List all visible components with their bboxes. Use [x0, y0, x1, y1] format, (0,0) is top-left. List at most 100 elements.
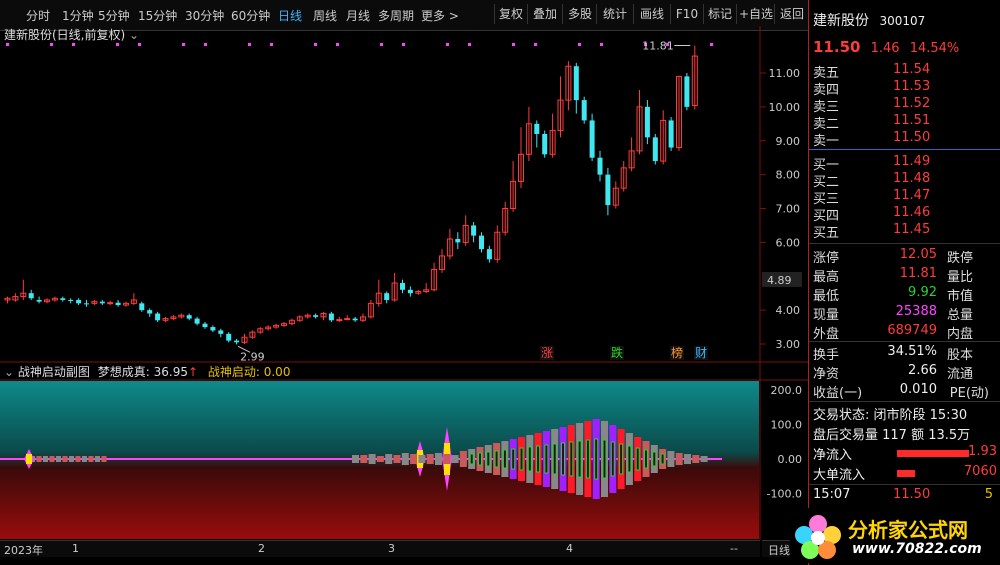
histogram-bar [443, 454, 451, 464]
bid-price: 11.48 [893, 171, 931, 186]
tool-button[interactable]: 画线 [633, 4, 670, 24]
candle-body [194, 318, 200, 324]
price-change: 1.46 [870, 41, 900, 56]
bid-row[interactable]: 买五 11.45 [813, 222, 997, 241]
y-tick-label: 3.00 [776, 338, 801, 351]
inner-bar [544, 444, 549, 474]
big-order-bar [897, 470, 915, 477]
candle-body [313, 315, 319, 317]
bid-row[interactable]: 买一 11.49 [813, 154, 997, 173]
inner-bar [486, 451, 491, 467]
ask-price: 11.52 [893, 96, 931, 111]
low-label: 2.99 [240, 350, 265, 363]
x-label: 4 [566, 542, 573, 555]
inner-bar [577, 440, 582, 478]
bid-row[interactable]: 买二 11.48 [813, 171, 997, 190]
stat-row: 外盘 689749 内盘 [813, 323, 997, 342]
candle-body [76, 299, 82, 304]
ask-row[interactable]: 卖二 11.51 [813, 113, 997, 132]
logo-url: www.70822.com [852, 541, 982, 557]
ask-row[interactable]: 卖一 11.50 [813, 130, 997, 149]
tool-button[interactable]: 标记 [703, 4, 736, 24]
divider [809, 484, 1000, 485]
signal-dot [138, 43, 141, 46]
stat-label: 外盘 [813, 327, 840, 342]
stat-label2: 内盘 [946, 327, 973, 342]
eps-label: 收益(一) [813, 386, 863, 401]
arrow-up-icon: ↑ [187, 365, 199, 379]
signal-dot [336, 43, 339, 46]
candle-body [486, 249, 492, 260]
period-tab[interactable]: 更多 > [421, 7, 459, 24]
candle-body [597, 157, 603, 175]
line1-value: 36.95 [153, 365, 188, 379]
book-divider [809, 149, 1000, 150]
ask-row[interactable]: 卖四 11.53 [813, 79, 997, 98]
histogram-bar [459, 451, 467, 467]
tool-button[interactable]: 多股 [562, 4, 597, 24]
stat-value: 9.92 [908, 285, 937, 300]
period-tab[interactable]: 30分钟 [185, 7, 224, 24]
candle-body [573, 66, 579, 101]
x-axis: 2023年 1 2 3 4 -- [0, 540, 760, 557]
chevron-down-icon[interactable]: ⌄ [129, 28, 139, 42]
line2-value: 0.00 [263, 365, 291, 379]
bid-price: 11.45 [893, 222, 931, 237]
turnover-value: 34.51% [887, 344, 937, 359]
chevron-down-icon[interactable]: ⌄ [4, 365, 14, 379]
stat-label2: 量比 [946, 270, 973, 285]
kline-chart[interactable]: 11.00 10.00 9.00 8.00 7.00 6.00 4.00 3.00 4.89 11… [0, 26, 808, 540]
candle-body [668, 120, 674, 148]
bid-price: 11.46 [893, 205, 931, 220]
netasset-label: 净资 [813, 367, 840, 382]
ask-row[interactable]: 卖五 11.54 [813, 62, 997, 81]
period-tab[interactable]: 1分钟 [62, 7, 94, 24]
tool-button[interactable]: 复权 [494, 4, 527, 24]
period-tab[interactable]: 日线 [278, 7, 302, 24]
period-tab[interactable]: 周线 [313, 7, 337, 24]
inner-bar [610, 441, 615, 477]
candle-body [684, 76, 690, 107]
signal-dot [6, 43, 9, 46]
price-change-pct: 14.54% [909, 41, 960, 56]
pe-label: PE(动) [949, 386, 989, 401]
inner-bar [569, 441, 574, 477]
histogram-bar [435, 453, 442, 465]
histogram-bar [36, 456, 42, 462]
tool-button[interactable]: 叠加 [527, 4, 562, 24]
x-label: 2 [258, 542, 265, 555]
signal-dot [380, 43, 383, 46]
candle-body [155, 313, 161, 321]
tool-button[interactable]: F10 [670, 4, 703, 24]
y-tick-label: 8.00 [776, 169, 801, 182]
tool-button[interactable]: 返回 [774, 4, 809, 24]
bid-row[interactable]: 买三 11.47 [813, 188, 997, 207]
inner-bar [619, 443, 624, 475]
period-tab[interactable]: 5分钟 [98, 7, 130, 24]
stat-row: 最高 11.81 量比 [813, 266, 997, 285]
candle-body [68, 299, 74, 301]
histogram-bar [82, 456, 87, 462]
histogram-bar [675, 453, 683, 465]
histogram-bar [667, 451, 675, 467]
turnover-label: 换手 [813, 348, 840, 363]
period-tab[interactable]: 分时 [26, 7, 50, 24]
bid-row[interactable]: 买四 11.46 [813, 205, 997, 224]
after-hours: 盘后交易量 117 额 13.5万 [813, 424, 997, 443]
period-tab[interactable]: 60分钟 [231, 7, 270, 24]
period-tab[interactable]: 月线 [346, 7, 370, 24]
histogram-bar [418, 455, 426, 463]
after-hours-text: 盘后交易量 117 额 13.5万 [813, 428, 971, 443]
candle-body [218, 330, 224, 334]
inner-bar [552, 443, 557, 475]
ask-row[interactable]: 卖三 11.52 [813, 96, 997, 115]
tool-button[interactable]: 统计 [596, 4, 633, 24]
inner-bar [635, 447, 640, 471]
tool-button[interactable]: +自选 [736, 4, 775, 24]
period-tab[interactable]: 15分钟 [138, 7, 177, 24]
price-row: 11.50 1.46 14.54% [813, 38, 997, 56]
histogram-bar [410, 454, 418, 464]
period-tab[interactable]: 多周期 [378, 7, 414, 24]
stat-label: 最高 [813, 270, 840, 285]
logo-text: 分析家公式网 [848, 518, 968, 542]
